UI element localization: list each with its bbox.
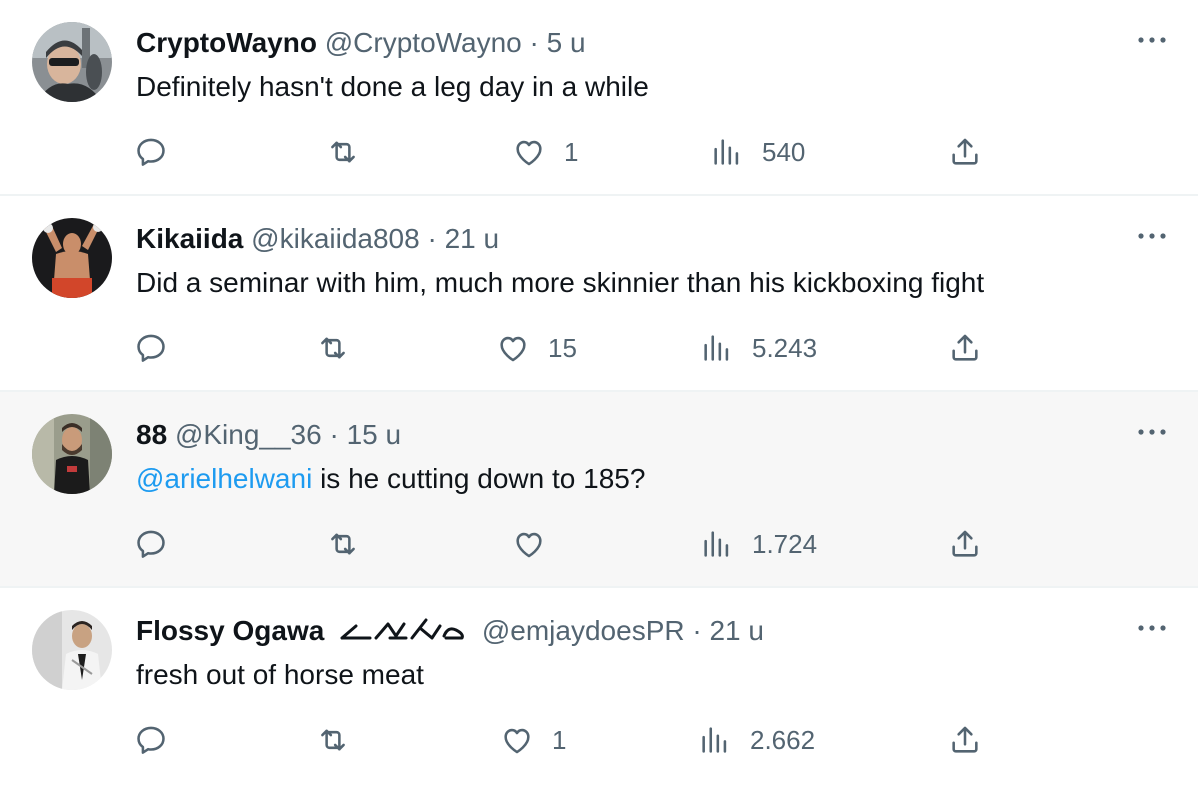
reply-icon bbox=[134, 331, 168, 365]
reply-icon bbox=[134, 527, 168, 561]
display-name[interactable]: Kikaiida bbox=[136, 223, 243, 254]
retweet-icon bbox=[316, 723, 350, 757]
views-button[interactable]: 540 bbox=[710, 130, 805, 174]
user-handle[interactable]: @kikaiida808 bbox=[251, 223, 420, 254]
like-icon bbox=[500, 723, 534, 757]
views-button[interactable]: 2.662 bbox=[698, 718, 815, 762]
views-icon bbox=[700, 331, 734, 365]
separator-dot: · bbox=[692, 615, 702, 646]
reply-icon bbox=[134, 723, 168, 757]
more-icon[interactable] bbox=[1136, 618, 1168, 638]
user-handle[interactable]: @emjaydoesPR bbox=[482, 615, 685, 646]
tweet-text: Did a seminar with him, much more skinni… bbox=[136, 267, 985, 298]
tweet-header: Flossy Ogawa @emjaydoesPR · 21 u bbox=[136, 614, 764, 648]
reply-icon bbox=[134, 135, 168, 169]
more-icon[interactable] bbox=[1136, 30, 1168, 50]
share-button[interactable] bbox=[948, 718, 982, 762]
separator-dot: · bbox=[427, 223, 437, 254]
mention-link[interactable]: @arielhelwani bbox=[136, 463, 312, 494]
views-button[interactable]: 1.724 bbox=[700, 522, 817, 566]
tweet-text: @arielhelwani is he cutting down to 185? bbox=[136, 462, 645, 496]
view-count: 1.724 bbox=[752, 528, 818, 559]
action-bar: 15 5.243 bbox=[0, 326, 1198, 370]
like-button[interactable] bbox=[512, 522, 564, 566]
tweet-text: fresh out of horse meat bbox=[136, 659, 424, 690]
separator-dot: · bbox=[329, 419, 339, 450]
reply-tweet[interactable]: Kikaiida @kikaiida808 · 21 u Did a semin… bbox=[0, 196, 1198, 392]
avatar[interactable] bbox=[32, 22, 112, 102]
separator-dot: · bbox=[529, 27, 539, 58]
like-icon bbox=[512, 527, 546, 561]
tweet-body: is he cutting down to 185? bbox=[312, 463, 646, 494]
display-name[interactable]: CryptoWayno bbox=[136, 27, 317, 58]
like-count: 1 bbox=[564, 136, 579, 167]
tweet-header: CryptoWayno @CryptoWayno · 5 u bbox=[136, 26, 586, 60]
share-button[interactable] bbox=[948, 522, 982, 566]
view-count: 5.243 bbox=[752, 332, 818, 363]
retweet-icon bbox=[326, 527, 360, 561]
share-icon bbox=[948, 331, 982, 365]
retweet-button[interactable] bbox=[326, 130, 360, 174]
avatar[interactable] bbox=[32, 610, 112, 690]
tweet-header: Kikaiida @kikaiida808 · 21 u bbox=[136, 222, 499, 256]
avatar[interactable] bbox=[32, 414, 112, 494]
views-icon bbox=[700, 527, 734, 561]
like-button[interactable]: 1 bbox=[500, 718, 566, 762]
view-count: 540 bbox=[762, 136, 806, 167]
replies-feed: CryptoWayno @CryptoWayno · 5 u Definitel… bbox=[0, 0, 1198, 788]
timestamp[interactable]: 5 u bbox=[547, 27, 586, 58]
view-count: 2.662 bbox=[750, 724, 816, 755]
reply-button[interactable] bbox=[134, 326, 168, 370]
reply-button[interactable] bbox=[134, 130, 168, 174]
display-name[interactable]: 88 bbox=[136, 419, 167, 450]
reply-button[interactable] bbox=[134, 718, 168, 762]
display-name[interactable]: Flossy Ogawa bbox=[136, 615, 324, 646]
action-bar: 1.724 bbox=[0, 522, 1198, 566]
action-bar: 1 540 bbox=[0, 130, 1198, 174]
name-decoration-glyph bbox=[340, 618, 464, 640]
reply-tweet[interactable]: CryptoWayno @CryptoWayno · 5 u Definitel… bbox=[0, 0, 1198, 196]
like-icon bbox=[512, 135, 546, 169]
action-bar: 1 2.662 bbox=[0, 718, 1198, 762]
avatar[interactable] bbox=[32, 218, 112, 298]
share-icon bbox=[948, 135, 982, 169]
reply-tweet[interactable]: Flossy Ogawa @emjaydoesPR · 21 u fresh o… bbox=[0, 588, 1198, 788]
share-button[interactable] bbox=[948, 326, 982, 370]
like-button[interactable]: 1 bbox=[512, 130, 578, 174]
reply-button[interactable] bbox=[134, 522, 168, 566]
like-button[interactable]: 15 bbox=[496, 326, 577, 370]
timestamp[interactable]: 21 u bbox=[709, 615, 764, 646]
views-button[interactable]: 5.243 bbox=[700, 326, 817, 370]
retweet-button[interactable] bbox=[316, 718, 350, 762]
retweet-icon bbox=[316, 331, 350, 365]
more-icon[interactable] bbox=[1136, 226, 1168, 246]
timestamp[interactable]: 15 u bbox=[347, 419, 402, 450]
share-button[interactable] bbox=[948, 130, 982, 174]
views-icon bbox=[698, 723, 732, 757]
tweet-header: 88 @King__36 · 15 u bbox=[136, 418, 401, 452]
views-icon bbox=[710, 135, 744, 169]
like-count: 1 bbox=[552, 724, 567, 755]
share-icon bbox=[948, 527, 982, 561]
share-icon bbox=[948, 723, 982, 757]
like-icon bbox=[496, 331, 530, 365]
tweet-text: Definitely hasn't done a leg day in a wh… bbox=[136, 71, 649, 102]
timestamp[interactable]: 21 u bbox=[445, 223, 500, 254]
reply-tweet[interactable]: 88 @King__36 · 15 u @arielhelwani is he … bbox=[0, 392, 1198, 588]
retweet-button[interactable] bbox=[316, 326, 350, 370]
user-handle[interactable]: @CryptoWayno bbox=[325, 27, 522, 58]
retweet-button[interactable] bbox=[326, 522, 360, 566]
more-icon[interactable] bbox=[1136, 422, 1168, 442]
retweet-icon bbox=[326, 135, 360, 169]
like-count: 15 bbox=[548, 332, 577, 363]
user-handle[interactable]: @King__36 bbox=[175, 419, 322, 450]
